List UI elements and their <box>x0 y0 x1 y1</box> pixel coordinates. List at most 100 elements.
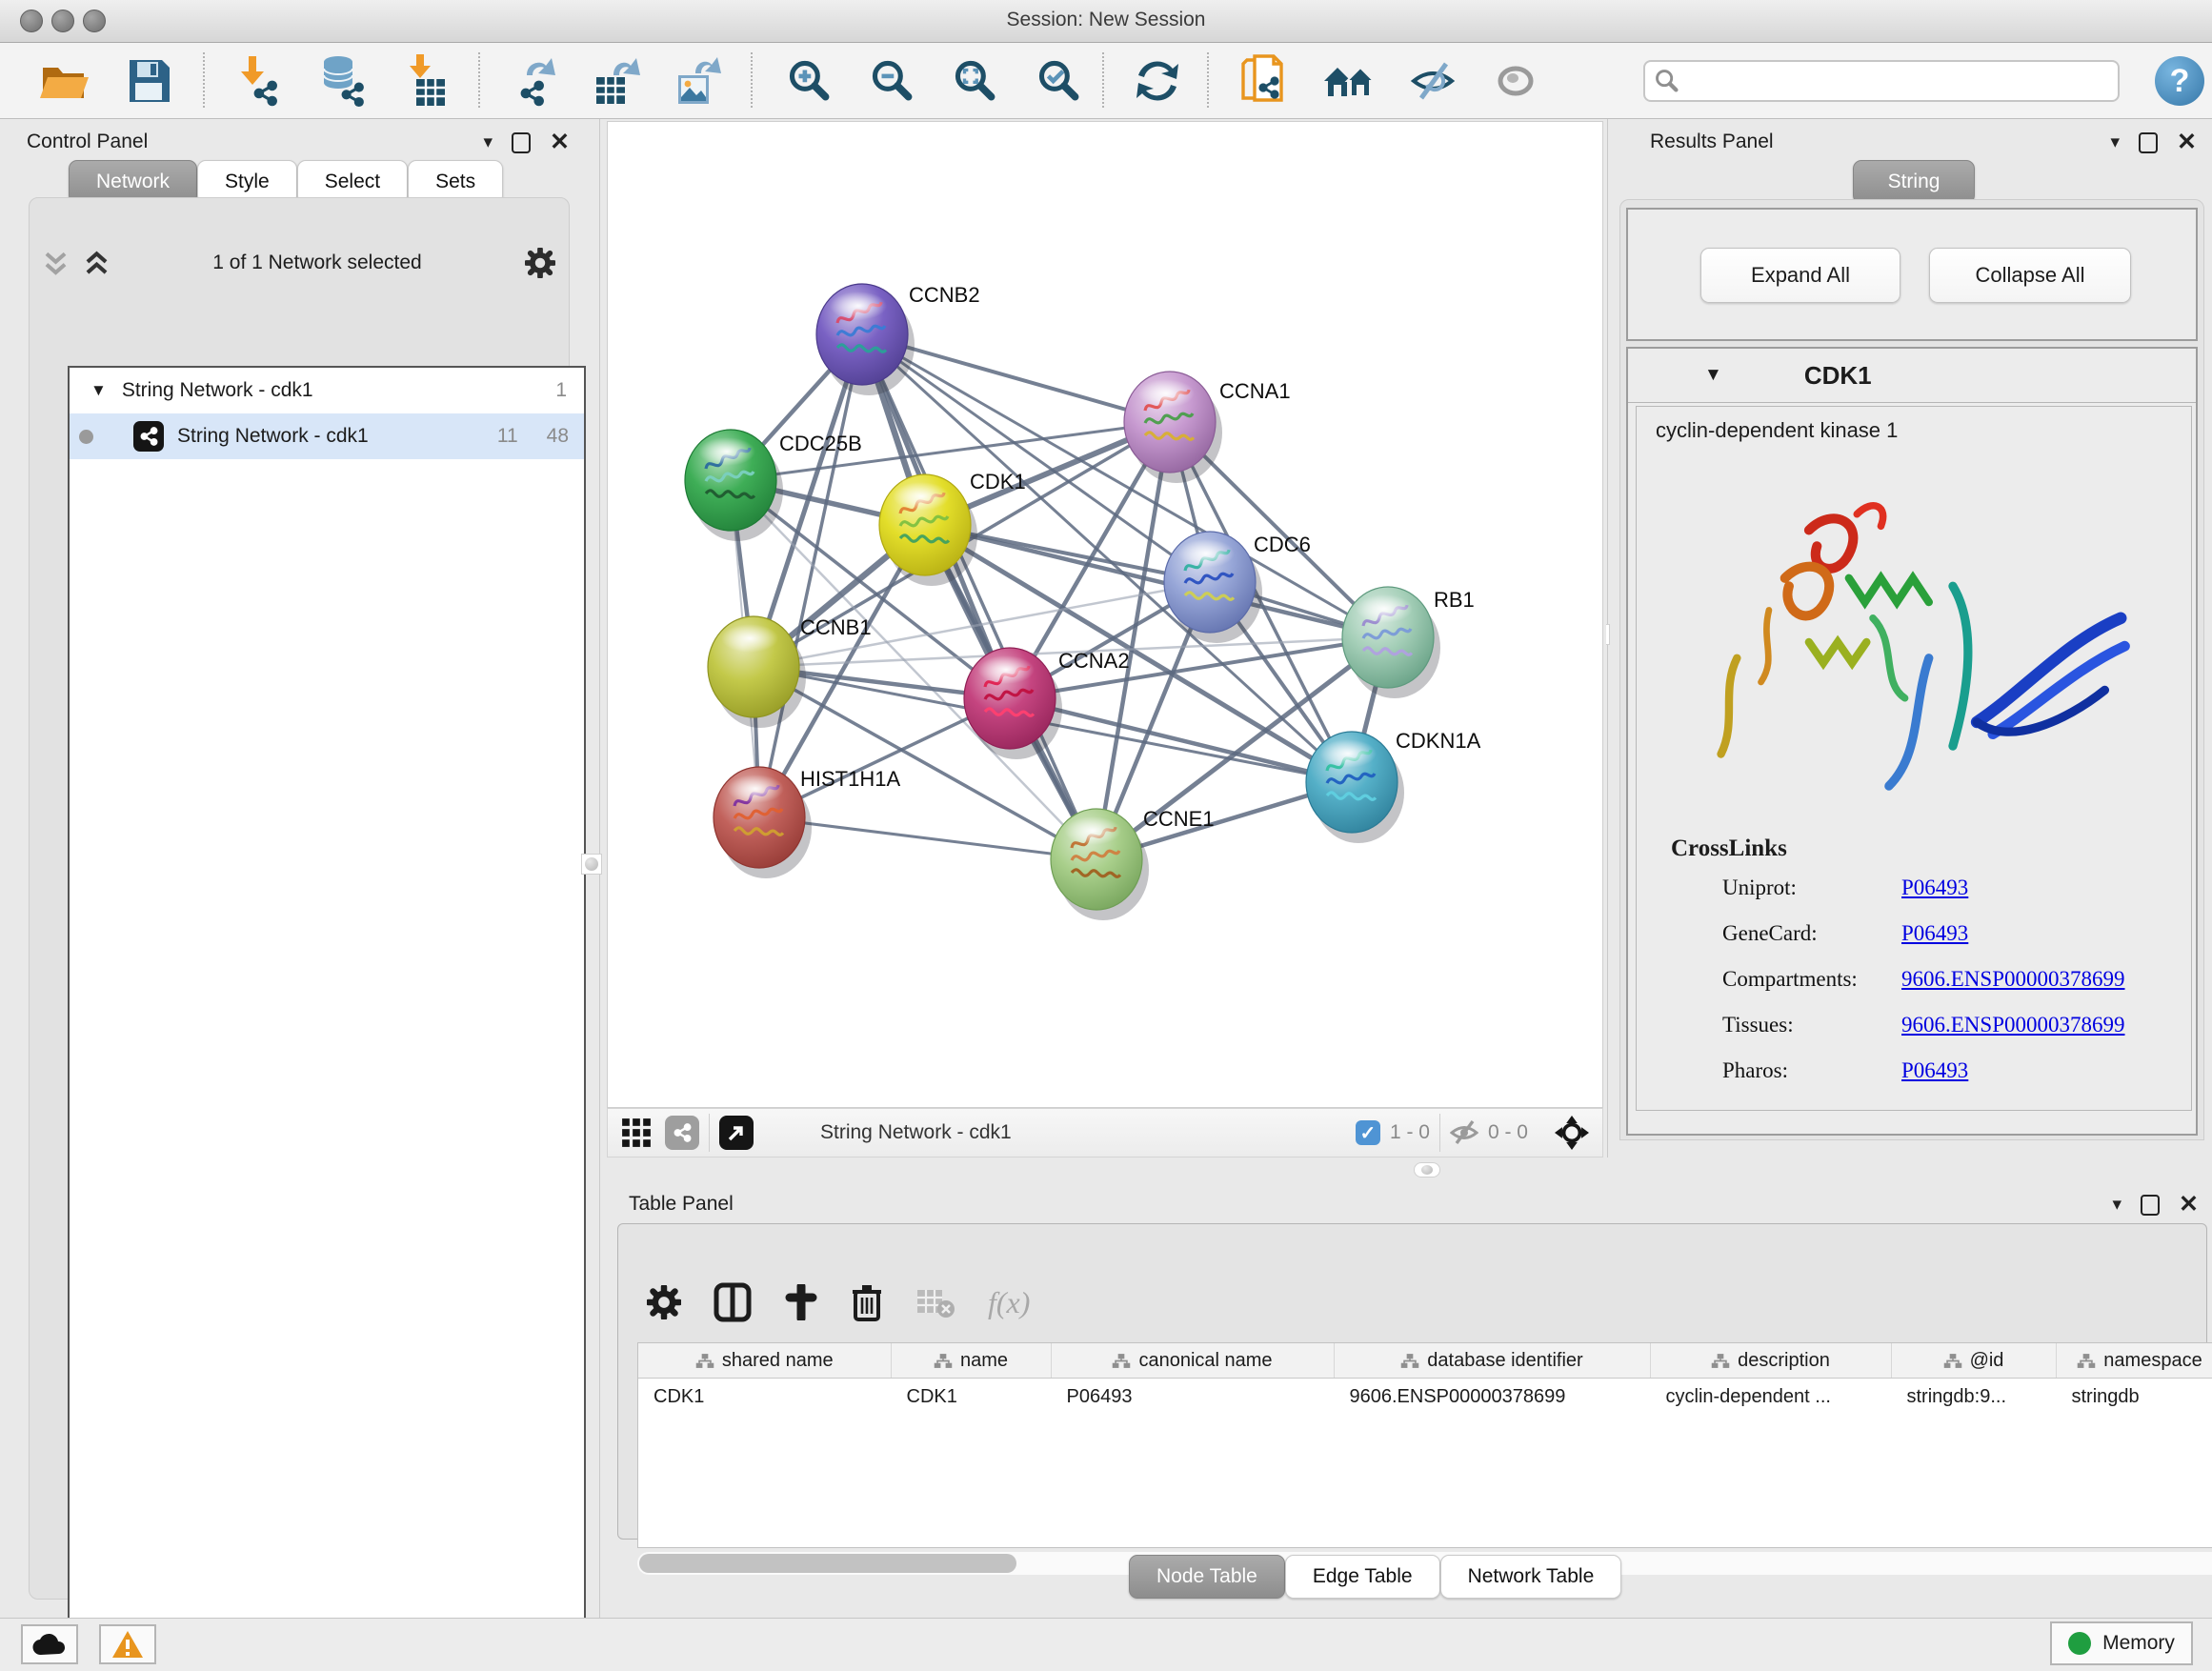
refresh-button[interactable] <box>1126 54 1189 108</box>
save-session-button[interactable] <box>118 54 181 108</box>
crosslink-pharos[interactable]: P06493 <box>1901 1058 1968 1083</box>
show-graphics-button[interactable] <box>1484 54 1547 108</box>
help-button[interactable]: ? <box>2155 56 2204 106</box>
scrollbar-thumb[interactable] <box>639 1554 1016 1573</box>
cell-name[interactable]: CDK1 <box>891 1379 1051 1416</box>
tab-edge-table[interactable]: Edge Table <box>1285 1555 1440 1599</box>
birdseye-crosshair-icon[interactable] <box>1555 1116 1589 1150</box>
undock-panel-icon[interactable] <box>2139 132 2158 153</box>
cell-description[interactable]: cyclin-dependent ... <box>1650 1379 1891 1416</box>
string-results-content: Expand All Collapse All ▼ CDK1 cyclin-de… <box>1619 199 2204 1140</box>
crosslink-uniprot[interactable]: P06493 <box>1901 876 1968 900</box>
float-panel-icon[interactable]: ▾ <box>2111 133 2121 151</box>
network-node-CCNE1[interactable]: CCNE1 <box>1051 807 1215 920</box>
col-description[interactable]: description <box>1650 1343 1891 1379</box>
cell-id[interactable]: stringdb:9... <box>1891 1379 2056 1416</box>
memory-button[interactable]: Memory <box>2050 1621 2193 1665</box>
network-collection-row[interactable]: ▼ String Network - cdk1 1 <box>70 368 584 413</box>
col-namespace[interactable]: namespace <box>2056 1343 2212 1379</box>
share-view-icon[interactable] <box>665 1116 699 1150</box>
window-title: Session: New Session <box>0 9 2212 31</box>
cell-shared-name[interactable]: CDK1 <box>638 1379 891 1416</box>
col-canonical-name[interactable]: canonical name <box>1051 1343 1334 1379</box>
network-edge-CDK1-RB1[interactable] <box>925 525 1388 637</box>
crosslink-tissues[interactable]: 9606.ENSP00000378699 <box>1901 1013 2125 1037</box>
col-shared-name[interactable]: shared name <box>638 1343 891 1379</box>
table-row[interactable]: CDK1 CDK1 P06493 9606.ENSP00000378699 cy… <box>638 1379 2212 1416</box>
close-panel-icon[interactable]: ✕ <box>2179 1193 2199 1217</box>
zoom-fit-button[interactable] <box>944 54 1007 108</box>
zoom-out-button[interactable] <box>861 54 924 108</box>
table-import-icon <box>405 54 452 108</box>
table-panel: Table Panel ▾ ✕ f(x) shared name <box>602 1183 2212 1618</box>
collection-name: String Network - cdk1 <box>122 379 313 402</box>
cell-canonical-name[interactable]: P06493 <box>1051 1379 1334 1416</box>
collection-expand-icon[interactable]: ▼ <box>90 381 107 400</box>
tab-network-table[interactable]: Network Table <box>1440 1555 1622 1599</box>
import-table-from-file-button[interactable] <box>397 54 460 108</box>
delete-column-trash-icon[interactable] <box>851 1282 883 1322</box>
hidden-eye-icon <box>1450 1119 1478 1146</box>
network-node-HIST1H1A[interactable]: HIST1H1A <box>714 767 900 878</box>
network-canvas[interactable]: CCNB2CCNA1CDC25BCDK1CDC6RB1CCNB1CCNA2CDK… <box>607 121 1603 1108</box>
create-column-icon[interactable] <box>784 1284 818 1320</box>
open-session-button[interactable] <box>33 54 96 108</box>
close-panel-icon[interactable]: ✕ <box>2177 131 2197 154</box>
expand-all-button[interactable]: Expand All <box>1700 248 1900 303</box>
network-options-gear-icon[interactable] <box>525 248 555 278</box>
cell-namespace[interactable]: stringdb <box>2056 1379 2212 1416</box>
cloud-button[interactable] <box>21 1624 78 1664</box>
float-panel-icon[interactable]: ▾ <box>484 133 493 151</box>
file-network-button[interactable] <box>1235 54 1297 108</box>
table-options-gear-icon[interactable] <box>647 1285 681 1319</box>
col-id[interactable]: @id <box>1891 1343 2056 1379</box>
collapse-all-icon[interactable] <box>43 251 69 276</box>
tab-string[interactable]: String <box>1853 160 1975 204</box>
bottom-splitter-handle[interactable] <box>1414 1162 1440 1178</box>
gene-collapse-icon[interactable]: ▼ <box>1704 365 1722 386</box>
memory-status-dot-icon <box>2068 1632 2091 1655</box>
hide-graphics-button[interactable] <box>1402 54 1465 108</box>
network-node-CDKN1A[interactable]: CDKN1A <box>1306 729 1481 843</box>
database-import-icon <box>317 54 369 108</box>
zoom-in-button[interactable] <box>778 54 841 108</box>
crosslink-genecard[interactable]: P06493 <box>1901 921 1968 946</box>
network-node-RB1[interactable]: RB1 <box>1342 587 1475 698</box>
undock-panel-icon[interactable] <box>512 132 531 153</box>
crosslink-compartments[interactable]: 9606.ENSP00000378699 <box>1901 967 2125 992</box>
network-node-CCNB1[interactable]: CCNB1 <box>708 615 872 728</box>
homes-button[interactable] <box>1317 54 1380 108</box>
show-columns-icon[interactable] <box>714 1282 752 1322</box>
expand-all-icon[interactable] <box>84 251 110 276</box>
close-panel-icon[interactable]: ✕ <box>550 131 570 154</box>
import-network-from-database-button[interactable] <box>312 54 374 108</box>
tab-node-table[interactable]: Node Table <box>1129 1555 1285 1599</box>
export-image-button[interactable] <box>667 54 730 108</box>
network-node-CCNB2[interactable]: CCNB2 <box>816 283 980 395</box>
network-row-selected[interactable]: String Network - cdk1 11 48 <box>70 413 584 459</box>
undock-panel-icon[interactable] <box>2141 1195 2160 1216</box>
network-node-CCNA2[interactable]: CCNA2 <box>964 648 1130 759</box>
grid-view-icon[interactable] <box>621 1117 652 1148</box>
import-network-from-file-button[interactable] <box>229 54 292 108</box>
refresh-icon <box>1135 58 1180 104</box>
detach-view-icon[interactable] <box>719 1116 754 1150</box>
collapse-all-button[interactable]: Collapse All <box>1929 248 2131 303</box>
col-name[interactable]: name <box>891 1343 1051 1379</box>
network-node-CDK1[interactable]: CDK1 <box>879 470 1026 586</box>
network-edge-CCNB2-HIST1H1A[interactable] <box>759 334 862 817</box>
selected-checkbox-icon[interactable]: ✓ <box>1356 1120 1380 1145</box>
network-node-CDC6[interactable]: CDC6 <box>1164 532 1311 643</box>
float-panel-icon[interactable]: ▾ <box>2113 1196 2122 1214</box>
export-network-button[interactable] <box>503 54 566 108</box>
network-node-label: CDK1 <box>970 470 1026 493</box>
left-splitter-handle[interactable] <box>581 854 602 875</box>
col-database-identifier[interactable]: database identifier <box>1334 1343 1650 1379</box>
cell-database-identifier[interactable]: 9606.ENSP00000378699 <box>1334 1379 1650 1416</box>
zoom-fit-icon <box>954 59 997 103</box>
network-node-CCNA1[interactable]: CCNA1 <box>1124 372 1291 483</box>
warning-button[interactable] <box>99 1624 156 1664</box>
export-table-button[interactable] <box>585 54 648 108</box>
zoom-selected-button[interactable] <box>1028 54 1091 108</box>
search-input[interactable] <box>1687 70 2108 93</box>
